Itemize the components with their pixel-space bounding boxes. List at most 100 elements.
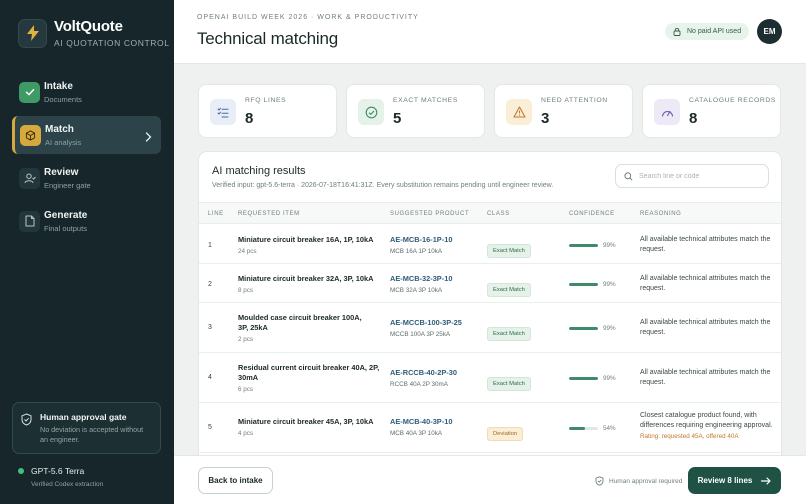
requested-item: Miniature circuit breaker 16A, 1P, 10kA xyxy=(238,235,374,244)
table-row[interactable]: 4 Residual current circuit breaker 40A, … xyxy=(199,353,781,403)
item-quantity: 24 pcs xyxy=(238,248,257,255)
product-code-link[interactable]: AE-RCCB-40-2P-30 xyxy=(390,368,457,377)
col-reasoning: REASONING xyxy=(640,211,682,217)
product-code-link[interactable]: AE-MCB-40-3P-10 xyxy=(390,417,452,426)
stat-value: 5 xyxy=(393,110,402,127)
requested-item: Moulded case circuit breaker 100A, 3P, 2… xyxy=(238,313,362,332)
list-check-icon xyxy=(210,99,236,125)
chevron-right-icon xyxy=(145,129,152,147)
brand: VoltQuote AI QUOTATION CONTROL xyxy=(18,18,170,48)
nav-item-generate[interactable]: Generate Final outputs xyxy=(12,202,161,240)
cube-icon xyxy=(20,124,41,146)
deviation-note: Rating: requested 45A, offered 40A xyxy=(640,433,739,440)
table-header: LINE REQUESTED ITEM SUGGESTED PRODUCT CL… xyxy=(199,202,781,224)
stat-card-need-attention: NEED ATTENTION 3 xyxy=(494,84,633,138)
product-description: MCB 16A 1P 10kA xyxy=(390,248,443,255)
search-box[interactable] xyxy=(615,164,769,188)
table-row[interactable]: 5 Miniature circuit breaker 45A, 3P, 10k… xyxy=(199,403,781,453)
model-name: GPT-5.6 Terra xyxy=(31,466,85,476)
confidence-meter: 99% xyxy=(569,281,616,288)
action-footer: Back to intake Human approval required R… xyxy=(174,455,806,504)
bolt-icon xyxy=(18,18,47,48)
stat-card-catalogue-records: CATALOGUE RECORDS 8 xyxy=(642,84,781,138)
col-suggested-product: SUGGESTED PRODUCT xyxy=(390,211,470,217)
page-header: OPENAI BUILD WEEK 2026 · WORK & PRODUCTI… xyxy=(174,0,806,64)
col-requested-item: REQUESTED ITEM xyxy=(238,211,300,217)
stat-value: 8 xyxy=(245,110,254,127)
api-badge-label: No paid API used xyxy=(687,28,742,35)
confidence-bar xyxy=(569,244,598,247)
confidence-bar xyxy=(569,327,598,330)
product-code-link[interactable]: AE-MCB-32-3P-10 xyxy=(390,274,452,283)
stat-label: CATALOGUE RECORDS xyxy=(689,97,776,104)
item-quantity: 2 pcs xyxy=(238,336,254,343)
page-title: Technical matching xyxy=(197,29,338,48)
requested-item: Miniature circuit breaker 45A, 3P, 10kA xyxy=(238,417,374,426)
nav-label: Match xyxy=(45,123,74,135)
search-input[interactable] xyxy=(639,172,759,180)
confidence-bar xyxy=(569,283,598,286)
nav-label: Generate xyxy=(44,209,88,221)
reasoning-text: All available technical attributes match… xyxy=(640,319,771,336)
confidence-value: 54% xyxy=(603,425,616,432)
line-number: 5 xyxy=(208,424,212,431)
arrow-right-icon xyxy=(761,476,771,485)
table-row[interactable]: 1 Miniature circuit breaker 16A, 1P, 10k… xyxy=(199,225,781,264)
results-meta: Verified input: gpt-5.6-terra · 2026-07-… xyxy=(212,182,554,189)
gate-description: No deviation is accepted without an engi… xyxy=(40,425,144,444)
stat-label: NEED ATTENTION xyxy=(541,97,608,104)
col-line: LINE xyxy=(208,211,224,217)
nav-sub: Engineer gate xyxy=(44,180,91,190)
nav-item-intake[interactable]: Intake Documents xyxy=(12,73,161,111)
search-icon xyxy=(624,171,633,181)
warning-icon xyxy=(506,99,532,125)
approval-notice-label: Human approval required xyxy=(609,477,683,485)
confidence-value: 99% xyxy=(603,325,616,332)
results-title: AI matching results xyxy=(212,165,306,177)
nav-item-review[interactable]: Review Engineer gate xyxy=(12,159,161,197)
confidence-bar xyxy=(569,377,598,380)
product-code-link[interactable]: AE-MCB-16-1P-10 xyxy=(390,235,452,244)
class-badge: Exact Match xyxy=(487,283,531,297)
back-to-intake-button[interactable]: Back to intake xyxy=(198,467,273,494)
shield-check-icon xyxy=(21,413,32,453)
brand-subtitle: AI QUOTATION CONTROL xyxy=(54,38,170,48)
class-badge: Deviation xyxy=(487,427,524,441)
nav-sub: Final outputs xyxy=(44,223,87,233)
nav-sub: Documents xyxy=(44,94,82,104)
item-quantity: 8 pcs xyxy=(238,287,254,294)
stat-label: RFQ LINES xyxy=(245,97,287,104)
product-description: MCB 32A 3P 10kA xyxy=(390,287,443,294)
confidence-value: 99% xyxy=(603,281,616,288)
nav-label: Review xyxy=(44,166,79,178)
document-icon xyxy=(19,210,40,232)
check-icon xyxy=(19,81,40,103)
shield-icon xyxy=(595,476,604,486)
matching-results-panel: AI matching results Verified input: gpt-… xyxy=(198,151,782,481)
table-row[interactable]: 3 Moulded case circuit breaker 100A, 3P,… xyxy=(199,303,781,353)
table-row[interactable]: 2 Miniature circuit breaker 32A, 3P, 10k… xyxy=(199,264,781,303)
gate-title: Human approval gate xyxy=(40,412,127,422)
model-status: GPT-5.6 Terra Verified Codex extraction xyxy=(18,466,103,488)
col-class: CLASS xyxy=(487,211,510,217)
nav-sub: AI analysis xyxy=(45,137,82,147)
nav-item-match[interactable]: Match AI analysis xyxy=(12,116,161,154)
item-quantity: 4 pcs xyxy=(238,430,254,437)
step-nav: Intake Documents Match AI analysis Revie… xyxy=(12,73,161,245)
page-eyebrow: OPENAI BUILD WEEK 2026 · WORK & PRODUCTI… xyxy=(197,14,419,21)
approval-gate-card: Human approval gate No deviation is acce… xyxy=(12,402,161,454)
product-code-link[interactable]: AE-MCCB-100-3P-25 xyxy=(390,318,462,327)
reasoning-text: All available technical attributes match… xyxy=(640,369,771,386)
confidence-bar xyxy=(569,427,585,430)
confidence-meter: 99% xyxy=(569,242,616,249)
status-dot-icon xyxy=(18,468,24,474)
stat-label: EXACT MATCHES xyxy=(393,97,458,104)
line-number: 4 xyxy=(208,374,212,381)
avatar[interactable]: EM xyxy=(757,19,782,44)
review-lines-button[interactable]: Review 8 lines xyxy=(688,467,781,494)
reasoning-text: All available technical attributes match… xyxy=(640,275,771,292)
stat-card-exact-matches: EXACT MATCHES 5 xyxy=(346,84,485,138)
review-button-label: Review 8 lines xyxy=(697,476,753,485)
model-subtitle: Verified Codex extraction xyxy=(31,481,104,488)
lock-icon xyxy=(673,27,681,36)
